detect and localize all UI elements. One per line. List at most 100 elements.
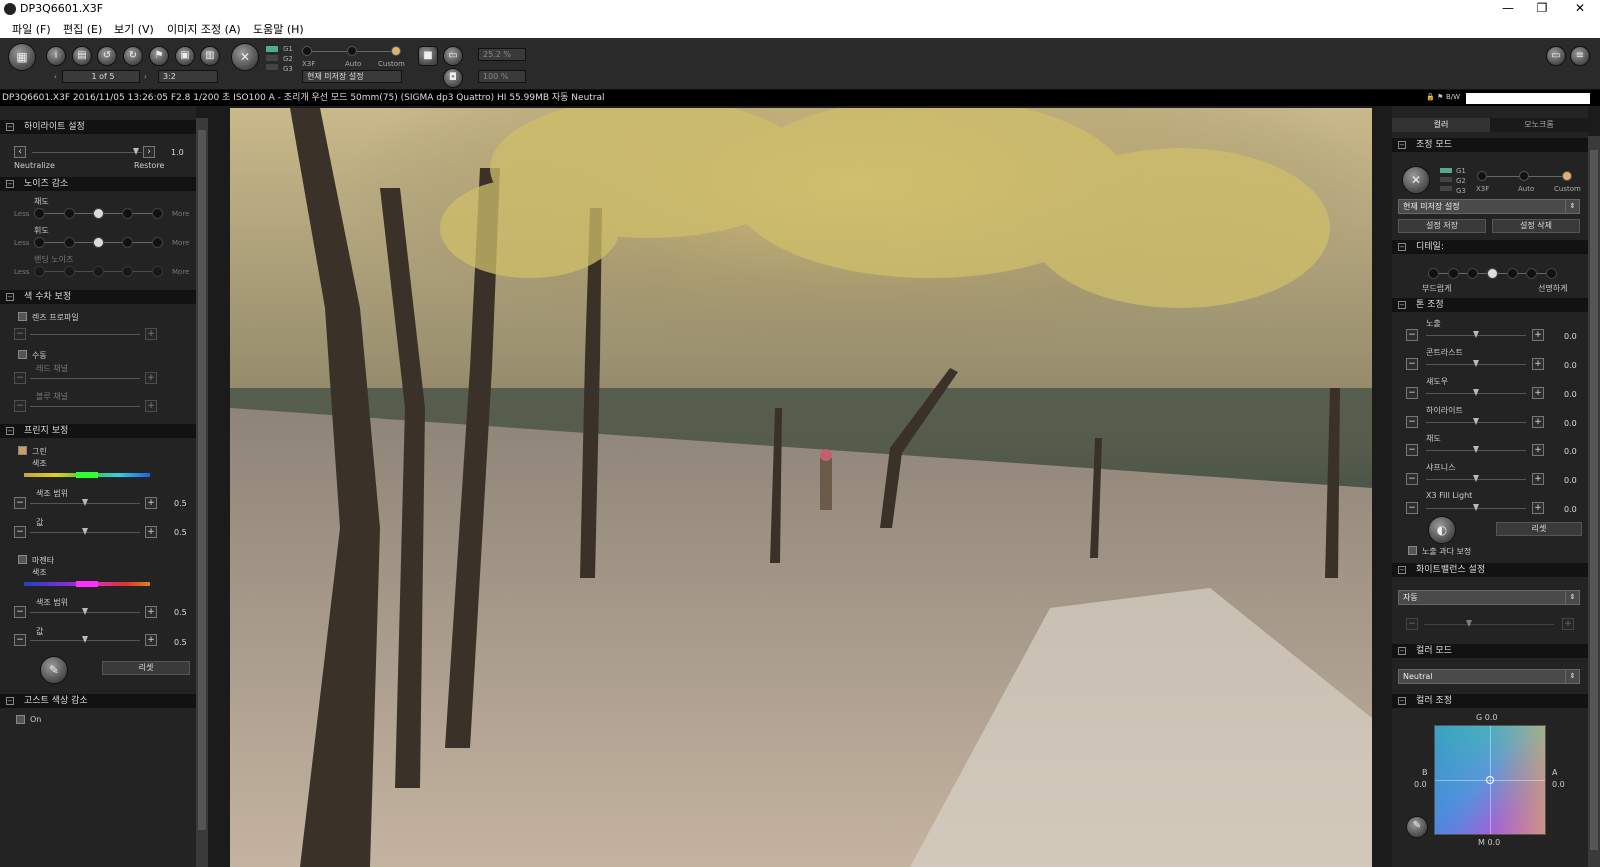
menu-view[interactable]: 보기 (V) bbox=[114, 21, 154, 37]
sharpness-plus[interactable]: + bbox=[1532, 473, 1544, 485]
highlight-plus[interactable]: + bbox=[1532, 416, 1544, 428]
wb-plus[interactable]: + bbox=[1562, 618, 1574, 630]
mode-stop-auto[interactable] bbox=[347, 46, 357, 56]
left-scrollbar[interactable] bbox=[196, 118, 208, 867]
highlight-slider[interactable] bbox=[32, 152, 142, 153]
section-aberration[interactable]: − 색 수차 보정 bbox=[0, 290, 196, 304]
preset-select[interactable]: 현재 미저장 설정 bbox=[302, 70, 402, 83]
tab-color[interactable]: 컬러 bbox=[1392, 118, 1490, 132]
menu-help[interactable]: 도움말 (H) bbox=[253, 21, 304, 37]
green-range-plus[interactable]: + bbox=[145, 497, 157, 509]
banding-dots[interactable] bbox=[34, 266, 169, 278]
green-amount-minus[interactable]: − bbox=[14, 526, 26, 538]
section-tone[interactable]: − 톤 조정 bbox=[1392, 298, 1588, 312]
fill-light-plus[interactable]: + bbox=[1532, 502, 1544, 514]
saturation-plus[interactable]: + bbox=[1532, 444, 1544, 456]
menu-list-icon[interactable]: ≡ bbox=[1570, 46, 1590, 66]
rmode-stop-x3f[interactable] bbox=[1477, 171, 1487, 181]
green-range-minus[interactable]: − bbox=[14, 497, 26, 509]
contrast-plus[interactable]: + bbox=[1532, 358, 1544, 370]
bw-field[interactable] bbox=[1466, 93, 1590, 104]
highlight-left-arrow[interactable]: ‹ bbox=[14, 146, 26, 158]
color-wheel-pad[interactable] bbox=[1434, 725, 1546, 835]
sharpness-minus[interactable]: − bbox=[1406, 473, 1418, 485]
tone-reset-button[interactable]: 리셋 bbox=[1496, 522, 1582, 536]
blue-minus[interactable]: − bbox=[14, 400, 26, 412]
magenta-amount-knob[interactable] bbox=[82, 636, 88, 643]
rmode-stop-custom[interactable] bbox=[1562, 171, 1572, 181]
chroma-dots[interactable] bbox=[34, 208, 169, 220]
info-icon[interactable]: i bbox=[46, 46, 66, 66]
mode-stop-x3f[interactable] bbox=[302, 46, 312, 56]
green-amount-plus[interactable]: + bbox=[145, 526, 157, 538]
lens-profile-checkbox[interactable] bbox=[18, 312, 27, 321]
exposure-minus[interactable]: − bbox=[1406, 329, 1418, 341]
section-color-mode[interactable]: − 컬러 모드 bbox=[1392, 644, 1588, 658]
shadow-knob[interactable] bbox=[1473, 389, 1479, 396]
trash-icon[interactable]: ▥ bbox=[200, 46, 220, 66]
zoom-fit-field[interactable]: 25.2 % bbox=[478, 48, 526, 61]
lens-minus[interactable]: − bbox=[14, 328, 26, 340]
magenta-amount-plus[interactable]: + bbox=[145, 634, 157, 646]
save-preset-button[interactable]: 설정 저장 bbox=[1398, 219, 1486, 233]
magenta-hue-range[interactable] bbox=[76, 581, 98, 587]
section-highlight[interactable]: − 하이라이트 설정 bbox=[0, 120, 196, 134]
blue-slider[interactable] bbox=[30, 406, 140, 407]
section-detail[interactable]: − 디테일: bbox=[1392, 240, 1588, 254]
detail-dots[interactable] bbox=[1428, 268, 1558, 280]
fill-light-minus[interactable]: − bbox=[1406, 502, 1418, 514]
menu-file[interactable]: 파일 (F) bbox=[12, 21, 51, 37]
menu-adjust[interactable]: 이미지 조정 (A) bbox=[167, 21, 241, 37]
camera-icon[interactable]: ◘ bbox=[443, 68, 463, 88]
tone-highlight-knob[interactable] bbox=[1473, 418, 1479, 425]
red-plus[interactable]: + bbox=[145, 372, 157, 384]
magenta-range-plus[interactable]: + bbox=[145, 606, 157, 618]
magenta-checkbox[interactable] bbox=[18, 555, 27, 564]
ghost-on-checkbox[interactable] bbox=[16, 715, 25, 724]
lock-flag-icon[interactable]: 🔒 ⚑ bbox=[1426, 93, 1443, 101]
monitor-icon[interactable]: ▭ bbox=[1546, 46, 1566, 66]
menu-edit[interactable]: 편집 (E) bbox=[63, 21, 102, 37]
luma-dots[interactable] bbox=[34, 237, 169, 249]
section-noise[interactable]: − 노이즈 감소 bbox=[0, 177, 196, 191]
zoom-100-field[interactable]: 100 % bbox=[478, 70, 526, 83]
auto-tone-icon[interactable]: ◐ bbox=[1428, 516, 1456, 544]
adjust-mode-icon[interactable]: ✕ bbox=[231, 43, 259, 71]
display-icon[interactable]: ▭ bbox=[443, 46, 463, 66]
blue-plus[interactable]: + bbox=[145, 400, 157, 412]
highlight-right-arrow[interactable]: › bbox=[143, 146, 155, 158]
green-hue-range[interactable] bbox=[76, 472, 98, 478]
section-color-adjust[interactable]: − 컬러 조정 bbox=[1392, 694, 1588, 708]
red-minus[interactable]: − bbox=[14, 372, 26, 384]
green-range-knob[interactable] bbox=[82, 499, 88, 506]
color-mode-select[interactable]: Neutral ⇕ bbox=[1398, 669, 1580, 684]
rotate-right-icon[interactable]: ↻ bbox=[123, 46, 143, 66]
section-fringe[interactable]: − 프린지 보정 bbox=[0, 424, 196, 438]
fringe-reset-button[interactable]: 리셋 bbox=[102, 661, 190, 675]
green-checkbox[interactable] bbox=[18, 446, 27, 455]
delete-preset-button[interactable]: 설정 삭제 bbox=[1492, 219, 1580, 233]
section-white-balance[interactable]: − 화이트밸런스 설정 bbox=[1392, 563, 1588, 577]
shadow-minus[interactable]: − bbox=[1406, 387, 1418, 399]
exposure-plus[interactable]: + bbox=[1532, 329, 1544, 341]
rmode-stop-auto[interactable] bbox=[1519, 171, 1529, 181]
rotate-left-icon[interactable]: ↺ bbox=[97, 46, 117, 66]
white-balance-select[interactable]: 자동 ⇕ bbox=[1398, 590, 1580, 605]
flag-icon[interactable]: ⚑ bbox=[149, 46, 169, 66]
wb-knob[interactable] bbox=[1466, 620, 1472, 627]
maximize-button[interactable]: ❐ bbox=[1522, 0, 1562, 18]
highlight-minus[interactable]: − bbox=[1406, 416, 1418, 428]
highlight-knob[interactable] bbox=[133, 148, 139, 155]
section-adjust-mode[interactable]: − 조정 모드 bbox=[1392, 138, 1588, 152]
mode-stop-custom[interactable] bbox=[391, 46, 401, 56]
shadow-plus[interactable]: + bbox=[1532, 387, 1544, 399]
lens-plus[interactable]: + bbox=[145, 328, 157, 340]
eyedropper-icon[interactable]: ✎ bbox=[40, 656, 68, 684]
adjust-preset-select[interactable]: 현재 미저장 설정 ⇕ bbox=[1398, 199, 1580, 214]
sharpness-knob[interactable] bbox=[1473, 475, 1479, 482]
exposure-knob[interactable] bbox=[1473, 331, 1479, 338]
lock-icon[interactable]: ▣ bbox=[175, 46, 195, 66]
ratio-select[interactable]: 3:2 bbox=[158, 70, 218, 83]
fill-light-knob[interactable] bbox=[1473, 504, 1479, 511]
right-scrollbar[interactable] bbox=[1588, 136, 1600, 867]
